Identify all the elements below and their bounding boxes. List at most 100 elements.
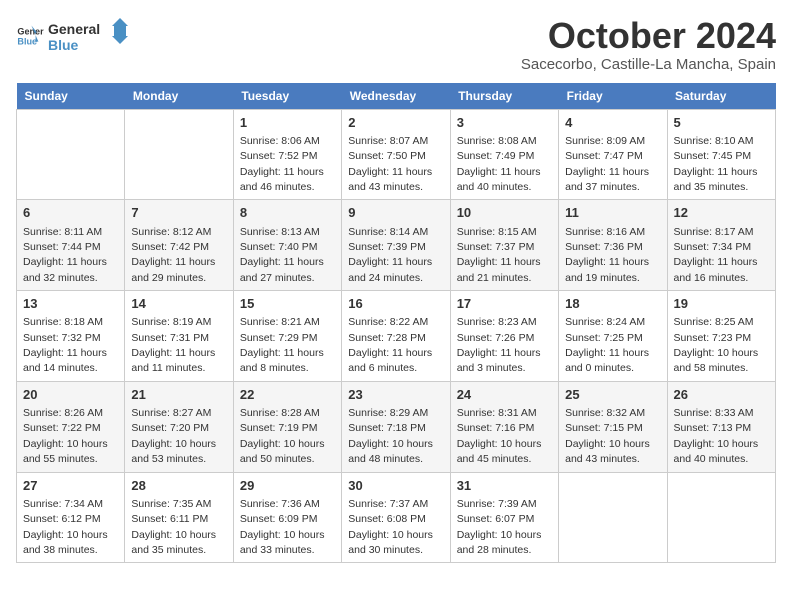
daylight-text: Daylight: 10 hours and 30 minutes. (348, 529, 433, 556)
table-row (559, 472, 667, 563)
date-number: 8 (240, 204, 335, 222)
sunrise-text: Sunrise: 8:28 AM (240, 407, 320, 419)
col-friday: Friday (559, 83, 667, 110)
table-row: 28 Sunrise: 7:35 AM Sunset: 6:11 PM Dayl… (125, 472, 233, 563)
daylight-text: Daylight: 11 hours and 11 minutes. (131, 347, 215, 374)
table-row (125, 109, 233, 200)
date-number: 31 (457, 477, 552, 495)
col-saturday: Saturday (667, 83, 775, 110)
sunrise-text: Sunrise: 8:13 AM (240, 226, 320, 238)
table-row: 8 Sunrise: 8:13 AM Sunset: 7:40 PM Dayli… (233, 200, 341, 291)
table-row: 6 Sunrise: 8:11 AM Sunset: 7:44 PM Dayli… (17, 200, 125, 291)
daylight-text: Daylight: 10 hours and 28 minutes. (457, 529, 542, 556)
sunset-text: Sunset: 6:09 PM (240, 513, 318, 525)
date-number: 5 (674, 114, 769, 132)
daylight-text: Daylight: 10 hours and 48 minutes. (348, 438, 433, 465)
date-number: 16 (348, 295, 443, 313)
date-number: 3 (457, 114, 552, 132)
sunrise-text: Sunrise: 8:10 AM (674, 135, 754, 147)
date-number: 22 (240, 386, 335, 404)
calendar-week-row: 27 Sunrise: 7:34 AM Sunset: 6:12 PM Dayl… (17, 472, 776, 563)
sunset-text: Sunset: 6:07 PM (457, 513, 535, 525)
table-row: 13 Sunrise: 8:18 AM Sunset: 7:32 PM Dayl… (17, 291, 125, 382)
sunrise-text: Sunrise: 8:24 AM (565, 316, 645, 328)
sunrise-text: Sunrise: 8:11 AM (23, 226, 102, 238)
sunset-text: Sunset: 7:18 PM (348, 422, 426, 434)
sunset-text: Sunset: 7:28 PM (348, 332, 426, 344)
daylight-text: Daylight: 11 hours and 29 minutes. (131, 256, 215, 283)
sunset-text: Sunset: 7:44 PM (23, 241, 101, 253)
sunrise-text: Sunrise: 8:29 AM (348, 407, 428, 419)
sunrise-text: Sunrise: 8:09 AM (565, 135, 645, 147)
table-row: 18 Sunrise: 8:24 AM Sunset: 7:25 PM Dayl… (559, 291, 667, 382)
daylight-text: Daylight: 11 hours and 46 minutes. (240, 166, 324, 193)
table-row: 5 Sunrise: 8:10 AM Sunset: 7:45 PM Dayli… (667, 109, 775, 200)
table-row: 24 Sunrise: 8:31 AM Sunset: 7:16 PM Dayl… (450, 381, 558, 472)
col-sunday: Sunday (17, 83, 125, 110)
calendar-header-row: Sunday Monday Tuesday Wednesday Thursday… (17, 83, 776, 110)
sunrise-text: Sunrise: 8:32 AM (565, 407, 645, 419)
sunset-text: Sunset: 7:29 PM (240, 332, 318, 344)
sunset-text: Sunset: 7:34 PM (674, 241, 752, 253)
daylight-text: Daylight: 11 hours and 14 minutes. (23, 347, 107, 374)
daylight-text: Daylight: 11 hours and 8 minutes. (240, 347, 324, 374)
svg-text:Blue: Blue (17, 36, 37, 46)
sunset-text: Sunset: 7:39 PM (348, 241, 426, 253)
daylight-text: Daylight: 11 hours and 40 minutes. (457, 166, 541, 193)
sunset-text: Sunset: 6:11 PM (131, 513, 208, 525)
sunset-text: Sunset: 7:19 PM (240, 422, 318, 434)
table-row: 22 Sunrise: 8:28 AM Sunset: 7:19 PM Dayl… (233, 381, 341, 472)
sunrise-text: Sunrise: 8:27 AM (131, 407, 211, 419)
daylight-text: Daylight: 11 hours and 43 minutes. (348, 166, 432, 193)
daylight-text: Daylight: 11 hours and 3 minutes. (457, 347, 541, 374)
table-row (667, 472, 775, 563)
date-number: 12 (674, 204, 769, 222)
daylight-text: Daylight: 10 hours and 35 minutes. (131, 529, 216, 556)
sunset-text: Sunset: 7:25 PM (565, 332, 643, 344)
sunset-text: Sunset: 7:32 PM (23, 332, 101, 344)
col-wednesday: Wednesday (342, 83, 450, 110)
location-subtitle: Sacecorbo, Castille-La Mancha, Spain (521, 56, 776, 73)
sunrise-text: Sunrise: 8:16 AM (565, 226, 645, 238)
sunrise-text: Sunrise: 7:34 AM (23, 498, 103, 510)
daylight-text: Daylight: 11 hours and 35 minutes. (674, 166, 758, 193)
daylight-text: Daylight: 10 hours and 50 minutes. (240, 438, 325, 465)
daylight-text: Daylight: 11 hours and 16 minutes. (674, 256, 758, 283)
table-row: 9 Sunrise: 8:14 AM Sunset: 7:39 PM Dayli… (342, 200, 450, 291)
daylight-text: Daylight: 11 hours and 0 minutes. (565, 347, 649, 374)
calendar-week-row: 13 Sunrise: 8:18 AM Sunset: 7:32 PM Dayl… (17, 291, 776, 382)
sunset-text: Sunset: 7:50 PM (348, 150, 426, 162)
sunrise-text: Sunrise: 8:19 AM (131, 316, 211, 328)
sunset-text: Sunset: 6:08 PM (348, 513, 426, 525)
date-number: 10 (457, 204, 552, 222)
col-thursday: Thursday (450, 83, 558, 110)
table-row: 17 Sunrise: 8:23 AM Sunset: 7:26 PM Dayl… (450, 291, 558, 382)
date-number: 6 (23, 204, 118, 222)
calendar-table: Sunday Monday Tuesday Wednesday Thursday… (16, 83, 776, 564)
date-number: 21 (131, 386, 226, 404)
sunrise-text: Sunrise: 7:39 AM (457, 498, 537, 510)
table-row: 11 Sunrise: 8:16 AM Sunset: 7:36 PM Dayl… (559, 200, 667, 291)
date-number: 23 (348, 386, 443, 404)
table-row: 27 Sunrise: 7:34 AM Sunset: 6:12 PM Dayl… (17, 472, 125, 563)
table-row: 26 Sunrise: 8:33 AM Sunset: 7:13 PM Dayl… (667, 381, 775, 472)
table-row: 31 Sunrise: 7:39 AM Sunset: 6:07 PM Dayl… (450, 472, 558, 563)
sunrise-text: Sunrise: 8:23 AM (457, 316, 537, 328)
sunrise-text: Sunrise: 8:26 AM (23, 407, 103, 419)
table-row: 15 Sunrise: 8:21 AM Sunset: 7:29 PM Dayl… (233, 291, 341, 382)
col-monday: Monday (125, 83, 233, 110)
date-number: 9 (348, 204, 443, 222)
table-row: 12 Sunrise: 8:17 AM Sunset: 7:34 PM Dayl… (667, 200, 775, 291)
date-number: 26 (674, 386, 769, 404)
date-number: 14 (131, 295, 226, 313)
table-row: 19 Sunrise: 8:25 AM Sunset: 7:23 PM Dayl… (667, 291, 775, 382)
date-number: 15 (240, 295, 335, 313)
date-number: 1 (240, 114, 335, 132)
month-year-title: October 2024 (521, 16, 776, 56)
sunset-text: Sunset: 7:47 PM (565, 150, 643, 162)
table-row: 1 Sunrise: 8:06 AM Sunset: 7:52 PM Dayli… (233, 109, 341, 200)
daylight-text: Daylight: 10 hours and 38 minutes. (23, 529, 108, 556)
table-row: 4 Sunrise: 8:09 AM Sunset: 7:47 PM Dayli… (559, 109, 667, 200)
svg-text:Blue: Blue (48, 37, 79, 53)
sunrise-text: Sunrise: 8:22 AM (348, 316, 428, 328)
